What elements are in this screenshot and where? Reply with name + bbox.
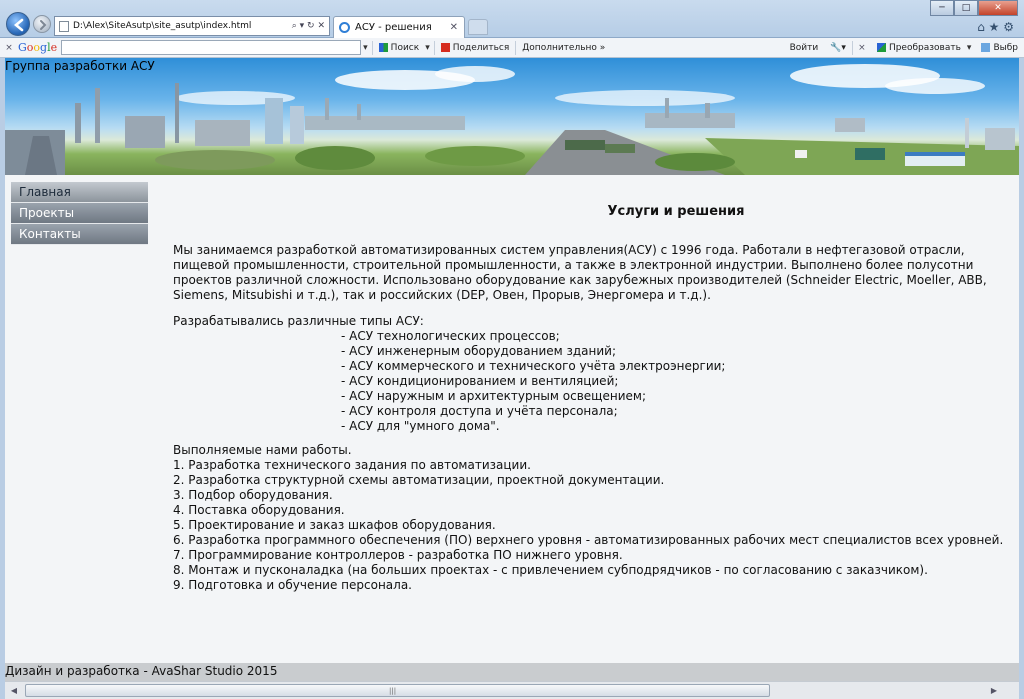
list-item: 7. Программирование контроллеров - разра… [173, 548, 623, 562]
works-heading: Выполняемые нами работы. [173, 443, 352, 457]
tab-title: АСУ - решения [355, 22, 432, 33]
google-toolbar: × Google ▾ Поиск ▾ Поделиться Дополнител… [0, 38, 1024, 58]
share-button-label: Поделиться [452, 42, 510, 53]
translate-button[interactable]: Преобразовать [871, 43, 967, 53]
google-search-input[interactable] [61, 40, 362, 55]
home-favorites-tools-icons[interactable]: ⌂ ★ ⚙ [977, 20, 1014, 34]
page-icon [59, 20, 69, 32]
list-item: - АСУ технологических процессов; [341, 329, 560, 343]
address-bar[interactable]: D:\Alex\SiteAsutp\site_asutp\index.html … [54, 16, 330, 36]
share-button[interactable]: Поделиться [435, 43, 516, 53]
list-item: 8. Монтаж и пусконаладка (на больших про… [173, 563, 928, 577]
toolbar-close-icon[interactable]: × [0, 43, 18, 53]
translate-icon [876, 43, 886, 52]
browser-titlebar: D:\Alex\SiteAsutp\site_asutp\index.html … [0, 0, 1024, 38]
scrollbar-thumb[interactable]: ||| [25, 684, 770, 697]
page-title: Услуги и решения [607, 204, 745, 219]
new-tab-button[interactable] [468, 19, 488, 35]
list-item: 2. Разработка структурной схемы автомати… [173, 473, 665, 487]
address-tools-icons[interactable]: ⌕ ▾ ↻ ✕ [292, 21, 329, 31]
scroll-right-arrow-icon[interactable]: ▶ [987, 684, 1001, 697]
menu-item-projects[interactable]: Проекты [11, 203, 148, 224]
list-item: 9. Подготовка и обучение персонала. [173, 578, 412, 592]
list-item: 6. Разработка программного обеспечения (… [173, 533, 1004, 547]
search-dropdown-icon[interactable]: ▾ [363, 43, 368, 53]
back-button[interactable] [6, 12, 30, 36]
list-item: - АСУ инженерным оборудованием зданий; [341, 344, 617, 358]
address-url[interactable]: D:\Alex\SiteAsutp\site_asutp\index.html [73, 21, 292, 31]
site-title: Группа разработки АСУ [5, 59, 155, 73]
header-banner-image [5, 58, 1019, 175]
list-item: - АСУ кондиционированием и вентиляцией; [341, 374, 619, 388]
intro-paragraph: Мы занимаемся разработкой автоматизирова… [173, 243, 987, 302]
list-item: 4. Поставка оборудования. [173, 503, 345, 517]
list-item: - АСУ для "умного дома". [341, 419, 500, 433]
translate-dropdown-icon[interactable]: ▾ [967, 43, 972, 53]
list-item: 1. Разработка технического задания по ав… [173, 458, 531, 472]
search-button-label: Поиск [390, 42, 420, 53]
share-icon [440, 43, 450, 52]
google-search-icon [378, 43, 388, 52]
window-frame-right [1019, 58, 1024, 699]
window-controls: ─ □ ✕ [930, 0, 1018, 16]
types-list: - АСУ технологических процессов; - АСУ и… [341, 329, 1019, 434]
works-list: 1. Разработка технического задания по ав… [173, 458, 1019, 593]
select-button[interactable]: Выбр [975, 43, 1024, 53]
main-content: Услуги и решения Мы занимаемся разработк… [173, 182, 1019, 642]
page-viewport: Группа разработки АСУ Главная Проекты Ко… [5, 58, 1019, 681]
list-item: - АСУ коммерческого и технического учёта… [341, 359, 726, 373]
google-logo: Google [18, 41, 58, 54]
grip-icon: ||| [389, 687, 397, 695]
more-button[interactable]: Дополнительно » [516, 43, 611, 53]
forward-button[interactable] [33, 15, 51, 33]
types-heading: Разрабатывались различные типы АСУ: [173, 314, 424, 328]
list-item: 3. Подбор оборудования. [173, 488, 333, 502]
list-item: 5. Проектирование и заказ шкафов оборудо… [173, 518, 496, 532]
close-window-button[interactable]: ✕ [978, 0, 1018, 16]
menu-item-home[interactable]: Главная [11, 182, 148, 203]
scroll-left-arrow-icon[interactable]: ◀ [7, 684, 21, 697]
tab-close-icon[interactable]: ✕ [444, 22, 464, 33]
list-item: - АСУ наружным и архитектурным освещение… [341, 389, 646, 403]
ie-icon [339, 22, 350, 33]
maximize-button[interactable]: □ [954, 0, 978, 16]
horizontal-scrollbar[interactable]: ◀ ||| ▶ [5, 681, 1019, 699]
signin-button[interactable]: Войти [784, 43, 825, 53]
list-item: - АСУ контроля доступа и учёта персонала… [341, 404, 618, 418]
industrial-panorama-illustration [5, 64, 1019, 175]
minimize-button[interactable]: ─ [930, 0, 954, 16]
translate-button-label: Преобразовать [888, 42, 961, 53]
search-button[interactable]: Поиск [373, 43, 426, 53]
page-footer: Дизайн и разработка - AvaShar Studio 201… [5, 663, 1019, 681]
select-button-label: Выбр [993, 42, 1018, 53]
wrench-icon[interactable]: 🔧▾ [824, 43, 852, 53]
menu-item-contacts[interactable]: Контакты [11, 224, 148, 245]
tab-active[interactable]: АСУ - решения ✕ [333, 16, 465, 38]
side-menu: Главная Проекты Контакты [11, 182, 148, 245]
arrow-right-icon [40, 20, 47, 30]
select-icon [981, 43, 991, 52]
search-menu-icon[interactable]: ▾ [425, 43, 430, 53]
arrow-left-icon [13, 18, 24, 32]
translate-close-icon[interactable]: × [853, 43, 871, 53]
